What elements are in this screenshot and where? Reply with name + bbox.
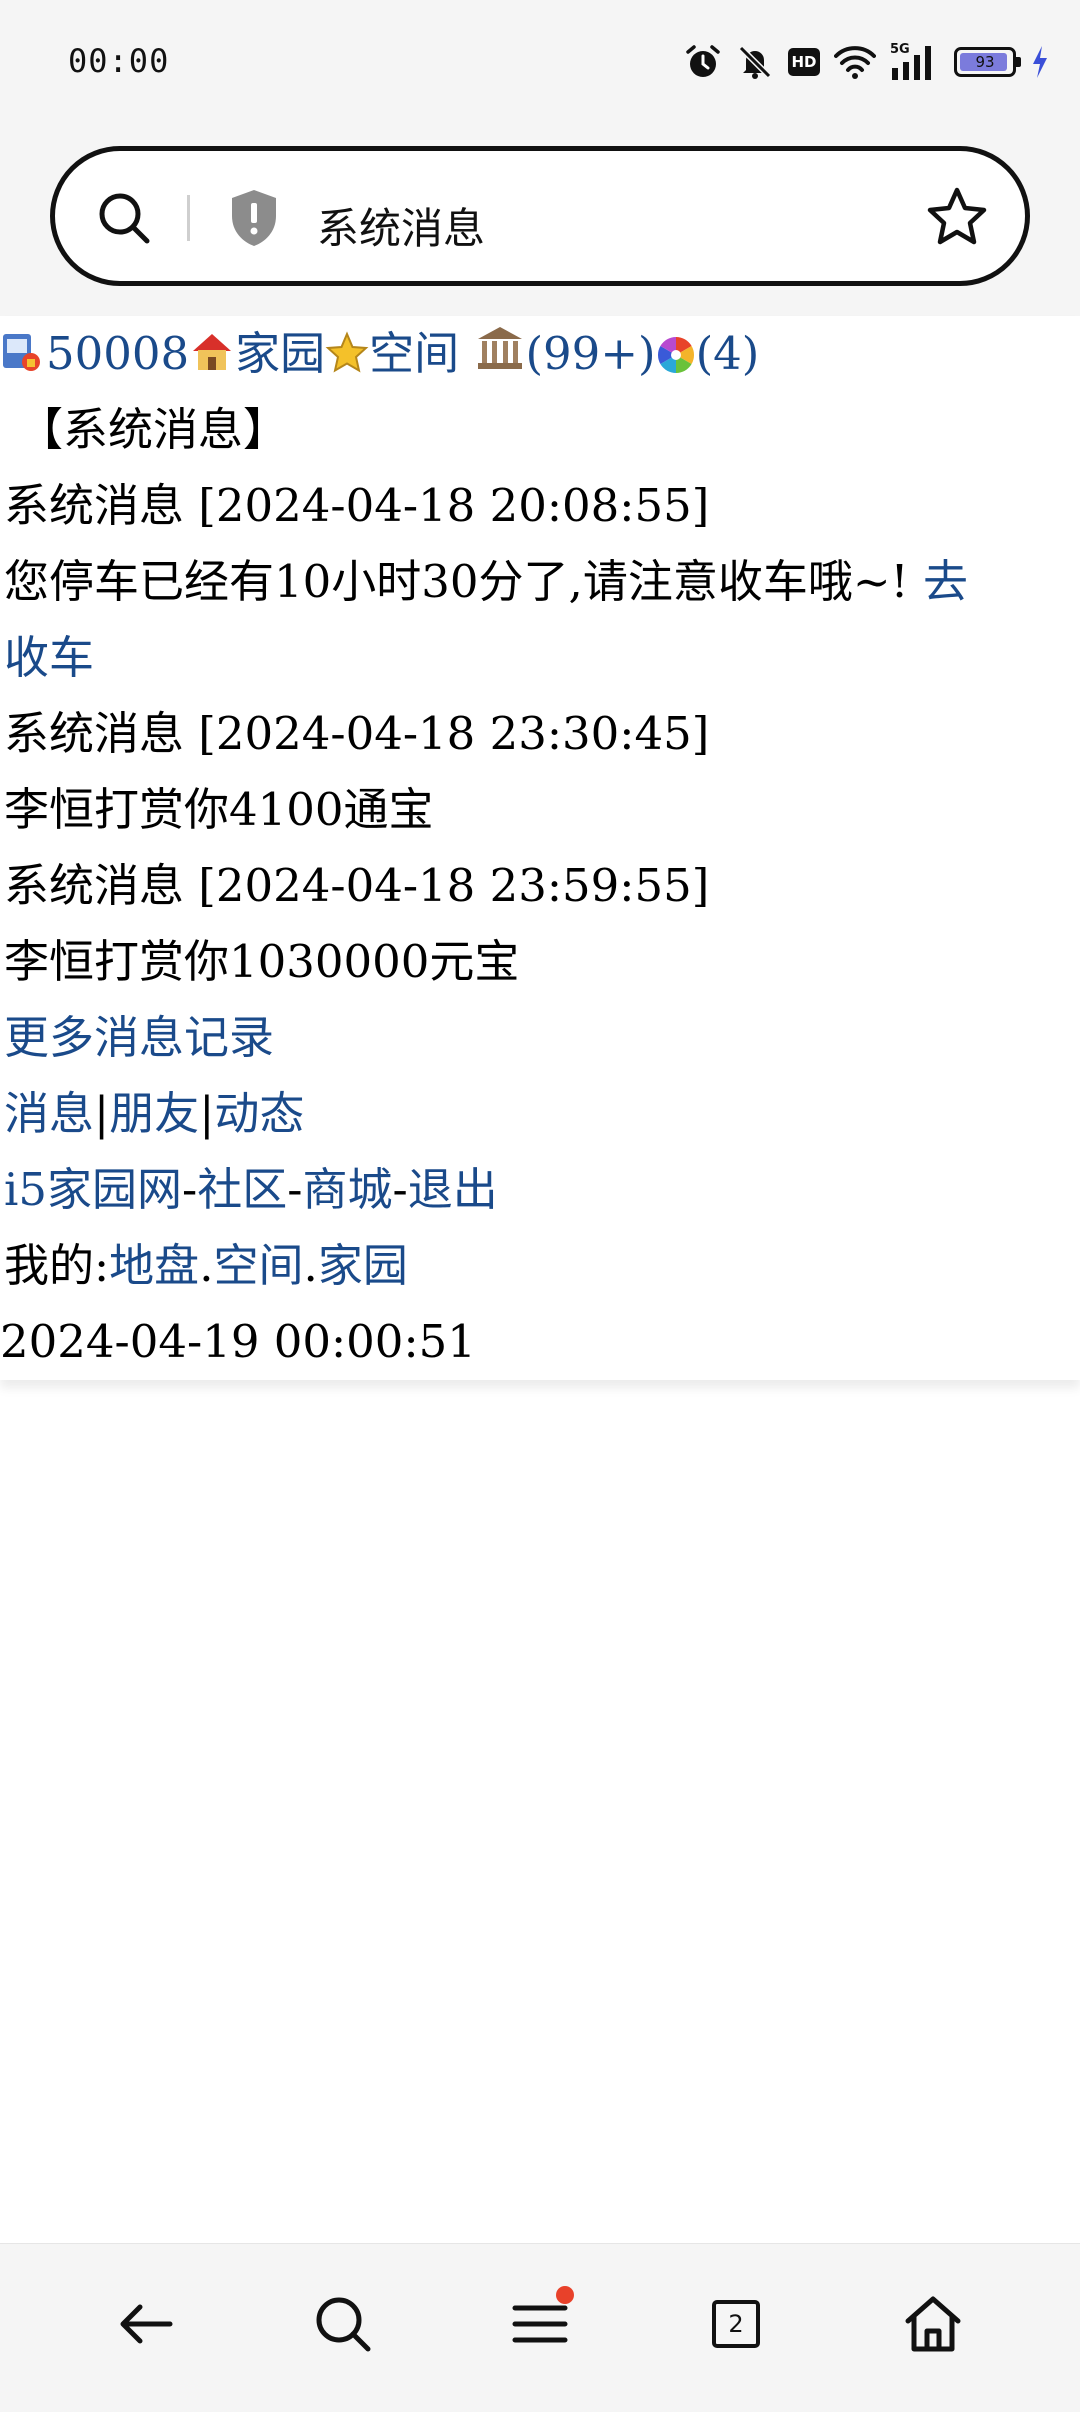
- star-badge-icon[interactable]: [325, 331, 369, 375]
- message-title: 系统消息 [2024-04-18 20:08:55]: [4, 479, 710, 532]
- logout-link[interactable]: 退出: [408, 1163, 498, 1216]
- dot: .: [199, 1239, 214, 1292]
- signal-5g-icon: 5G: [890, 42, 940, 82]
- collect-car-link-cont[interactable]: 收车: [4, 631, 94, 684]
- house-icon[interactable]: [189, 329, 235, 375]
- mall-link[interactable]: 商城: [302, 1163, 392, 1216]
- message-body-wrap: 收车: [4, 620, 94, 696]
- more-messages-row: 更多消息记录: [4, 1000, 274, 1076]
- hd-icon: HD: [788, 48, 820, 76]
- home-icon[interactable]: [902, 2293, 964, 2355]
- message-title: 系统消息 [2024-04-18 23:59:55]: [4, 859, 710, 912]
- bank-icon[interactable]: [474, 323, 526, 375]
- dash: -: [392, 1163, 408, 1216]
- address-divider: [187, 195, 190, 241]
- search-button[interactable]: [303, 2284, 383, 2364]
- back-button[interactable]: [106, 2284, 186, 2364]
- page-content: 50008 家园 空间 (99+) (4) 【系统消息】 系统消息 [2024-…: [0, 316, 1080, 1380]
- charging-icon: [1033, 46, 1047, 78]
- status-bar: 00:00 HD 5G 93: [0, 0, 1080, 130]
- user-card-icon[interactable]: [0, 329, 46, 375]
- my-links-row: 我的:地盘.空间.家园: [4, 1228, 408, 1304]
- back-arrow-icon[interactable]: [116, 2294, 176, 2354]
- my-prefix: 我的:: [4, 1239, 110, 1292]
- color-wheel-icon[interactable]: [656, 335, 696, 375]
- security-shield-icon[interactable]: [227, 187, 281, 249]
- header-row: 50008 家园 空间 (99+) (4): [0, 316, 759, 392]
- browser-page: 00:00 HD 5G 93 系统消息 50008 家园 空间 (99+) (4…: [0, 0, 1080, 2412]
- address-bar-area: 系统消息: [0, 130, 1080, 316]
- feed-tab-link[interactable]: 动态: [214, 1087, 304, 1140]
- page-heading: 【系统消息】: [18, 403, 289, 456]
- my-space-link[interactable]: 空间: [214, 1239, 304, 1292]
- message-body: 李恒打赏你4100通宝: [4, 783, 434, 836]
- user-id-link[interactable]: 50008: [46, 327, 189, 380]
- friends-tab-link[interactable]: 朋友: [109, 1087, 199, 1140]
- status-time: 00:00: [68, 42, 170, 80]
- site-links-row: i5家园网-社区-商城-退出: [4, 1152, 498, 1228]
- messages-tab-link[interactable]: 消息: [4, 1087, 94, 1140]
- bookmark-star-icon[interactable]: [925, 185, 989, 249]
- dash: -: [182, 1163, 198, 1216]
- bank-count-link[interactable]: (99+): [526, 327, 656, 380]
- site-home-link[interactable]: i5家园网: [4, 1163, 182, 1216]
- dot: .: [303, 1239, 318, 1292]
- home-link[interactable]: 家园: [235, 327, 325, 380]
- more-messages-link[interactable]: 更多消息记录: [4, 1011, 274, 1064]
- battery-icon: 93: [954, 47, 1021, 77]
- other-count-link[interactable]: (4): [696, 327, 760, 380]
- page-title[interactable]: 系统消息: [317, 195, 485, 256]
- search-icon[interactable]: [312, 2293, 374, 2355]
- my-home-link[interactable]: 家园: [318, 1239, 408, 1292]
- menu-button[interactable]: [500, 2284, 580, 2364]
- tab-links-row: 消息|朋友|动态: [4, 1076, 304, 1152]
- my-land-link[interactable]: 地盘: [109, 1239, 199, 1292]
- message-body: 您停车已经有10小时30分了,请注意收车哦~! 去: [4, 544, 968, 620]
- notification-dot: [556, 2286, 574, 2304]
- home-button[interactable]: [893, 2284, 973, 2364]
- tabs-icon[interactable]: 2: [712, 2300, 760, 2348]
- status-icons: HD 5G 93: [684, 38, 1050, 86]
- space-link[interactable]: 空间: [369, 327, 459, 380]
- search-icon[interactable]: [95, 189, 155, 249]
- alarm-icon: [686, 45, 720, 77]
- message-title: 系统消息 [2024-04-18 23:30:45]: [4, 707, 710, 760]
- tabs-button[interactable]: 2: [696, 2284, 776, 2364]
- collect-car-link[interactable]: 去: [923, 555, 968, 608]
- address-bar[interactable]: 系统消息: [50, 146, 1030, 286]
- message-text: 您停车已经有10小时30分了,请注意收车哦~!: [4, 555, 909, 608]
- separator: |: [94, 1087, 110, 1140]
- community-link[interactable]: 社区: [197, 1163, 287, 1216]
- bottom-nav: 2: [0, 2243, 1080, 2412]
- message-body: 李恒打赏你1030000元宝: [4, 935, 520, 988]
- dash: -: [287, 1163, 303, 1216]
- footer-timestamp: 2024-04-19 00:00:51: [0, 1315, 476, 1368]
- wifi-icon: [834, 46, 876, 79]
- separator: |: [199, 1087, 215, 1140]
- mute-icon: [738, 45, 772, 79]
